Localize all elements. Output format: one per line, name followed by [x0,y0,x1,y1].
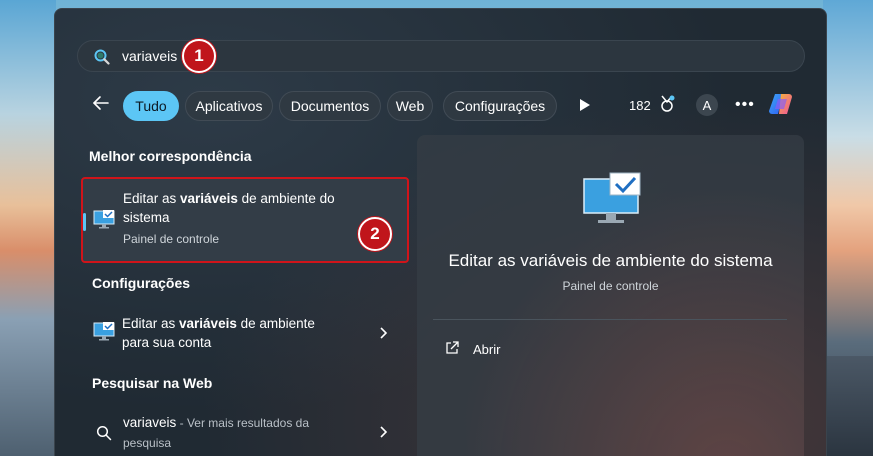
monitor-check-icon [93,322,115,341]
web-search-heading: Pesquisar na Web [92,375,213,391]
monitor-check-icon [583,172,641,223]
settings-result[interactable]: Editar as variáveis de ambiente para sua… [83,309,405,357]
filter-tudo[interactable]: Tudo [123,91,179,121]
chevron-right-icon [380,327,388,339]
arrow-left-icon[interactable] [91,93,111,113]
settings-heading: Configurações [92,275,191,291]
open-external-icon[interactable] [445,341,459,355]
settings-result-title: Editar as variáveis de ambiente para sua… [122,316,315,350]
wallpaper-left [0,0,56,456]
detail-subtitle: Painel de controle [562,279,659,293]
start-search-panel: variaveis 1 Tudo Aplicativos Documentos … [54,8,827,456]
selection-indicator [83,213,86,231]
result-detail-pane: Editar as variáveis de ambiente do siste… [417,135,804,456]
search-icon [94,49,110,65]
play-icon[interactable] [579,98,591,112]
filter-aplicativos[interactable]: Aplicativos [185,91,273,121]
detail-divider [433,319,787,320]
search-input[interactable]: variaveis [122,48,177,64]
copilot-icon[interactable] [767,89,797,119]
best-match-result[interactable]: Editar as variáveis de ambiente do siste… [81,177,409,263]
web-search-result-line2: pesquisa [123,436,172,450]
filter-documentos[interactable]: Documentos [279,91,381,121]
medal-icon[interactable] [659,95,675,113]
best-match-subtitle: Painel de controle [123,232,220,246]
rewards-points: 182 [629,98,651,113]
filter-web[interactable]: Web [387,91,433,121]
step-marker-2: 2 [358,217,392,251]
account-avatar[interactable]: A [696,94,718,116]
monitor-check-icon [93,210,115,229]
web-search-result[interactable]: variaveis - Ver mais resultados da [123,415,309,430]
chevron-right-icon[interactable] [379,426,389,438]
step-marker-1: 1 [182,39,216,73]
filter-configuracoes[interactable]: Configurações [443,91,557,121]
detail-title: Editar as variáveis de ambiente do siste… [448,251,773,270]
best-match-title: Editar as variáveis de ambiente do siste… [123,191,335,225]
best-match-heading: Melhor correspondência [89,148,252,164]
more-options-button[interactable]: ••• [735,96,755,114]
search-icon [96,425,112,441]
open-action[interactable]: Abrir [473,342,500,357]
